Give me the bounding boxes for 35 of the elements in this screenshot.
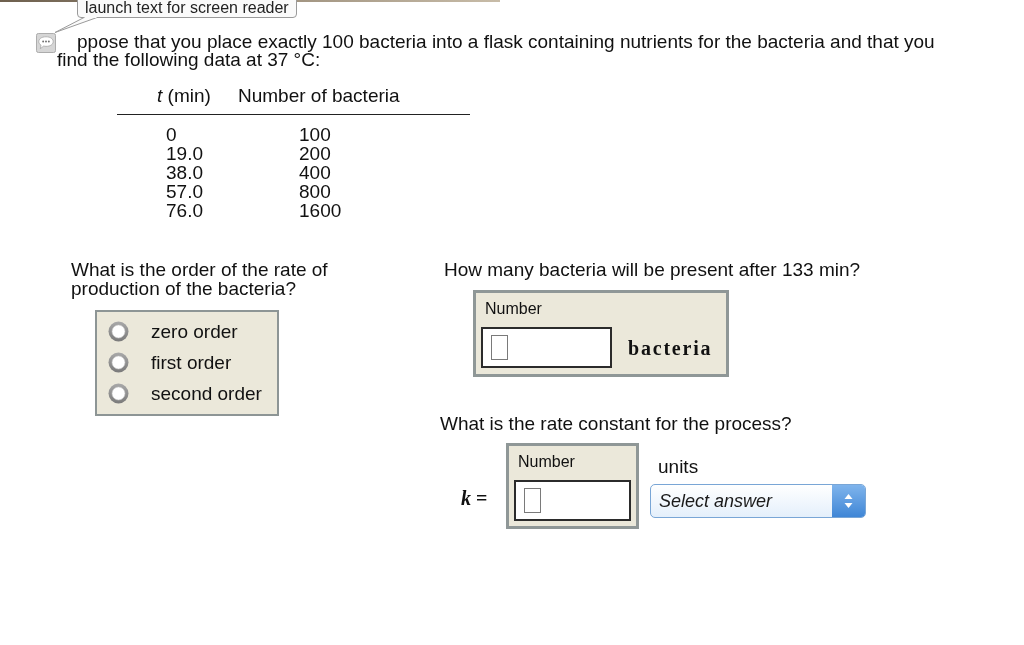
unit-label: bacteria <box>628 336 713 359</box>
column-header: Number of bacteria <box>238 86 400 105</box>
field-label: Number <box>518 453 575 471</box>
text-cursor-icon <box>524 488 541 513</box>
variable-label: k = <box>461 487 488 509</box>
question-prompt: How many bacteria will be present after 133 min? <box>444 260 862 279</box>
text-cursor-icon <box>491 335 508 360</box>
question-prompt: What is the rate constant for the process? <box>440 414 793 433</box>
option-label: second order <box>151 384 262 403</box>
column-header: t (min) <box>157 86 212 105</box>
option-label: first order <box>151 353 232 372</box>
table-cell: 200 <box>299 144 331 163</box>
table-cell-text: 57.0 <box>166 182 204 201</box>
radio-button[interactable] <box>108 383 129 404</box>
radio-button[interactable] <box>108 321 129 342</box>
option-label: zero order <box>151 322 238 341</box>
number-input-field[interactable] <box>481 327 612 368</box>
radio-button[interactable] <box>108 352 129 373</box>
units-label: units <box>658 457 699 476</box>
table-cell: 400 <box>299 163 331 182</box>
problem-statement: ppose that you place exactly 100 bacteria into a flask containing nutrients for the bacteria and that you find the following data at 37 °C: <box>57 33 936 69</box>
table-cell: 100 <box>299 125 331 144</box>
question-prompt: What is the order of the rate of production of the bacteria? <box>71 260 329 298</box>
table-cell: 800 <box>299 182 331 201</box>
table-cell-text: 19.0 <box>166 144 204 163</box>
tooltip-pointer-icon <box>54 17 98 33</box>
table-cell: 1600 <box>299 201 342 220</box>
units-select[interactable]: Select answer <box>650 484 866 518</box>
up-down-arrows-icon <box>832 485 865 517</box>
field-label: Number <box>485 300 542 318</box>
table-cell-text: 0 <box>166 125 178 144</box>
speech-bubble-icon[interactable] <box>36 33 56 53</box>
table-cell-text: 38.0 <box>166 163 204 182</box>
number-input-field[interactable] <box>514 480 631 521</box>
table-cell-text: 76.0 <box>166 201 204 220</box>
